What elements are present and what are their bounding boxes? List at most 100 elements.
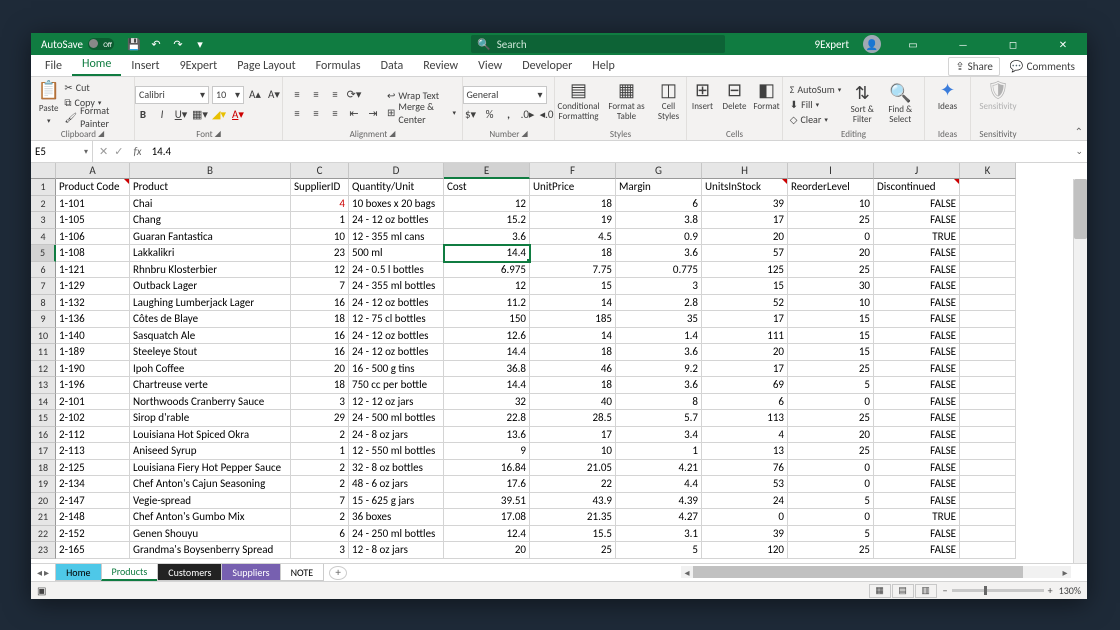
cell[interactable]: 14: [530, 328, 616, 345]
cell[interactable]: [960, 394, 1016, 411]
maximize-icon[interactable]: ◻: [995, 33, 1031, 55]
cell[interactable]: FALSE: [874, 344, 960, 361]
cell[interactable]: Steeleye Stout: [130, 344, 291, 361]
cell[interactable]: 2-113: [56, 443, 130, 460]
sort-filter-button[interactable]: ⇅Sort & Filter: [845, 83, 879, 125]
cell[interactable]: 16: [291, 328, 349, 345]
column-header[interactable]: D: [349, 163, 444, 179]
cell[interactable]: 15.5: [530, 526, 616, 543]
cell[interactable]: FALSE: [874, 295, 960, 312]
cell[interactable]: 12.4: [444, 526, 530, 543]
cell[interactable]: 15 - 625 g jars: [349, 493, 444, 510]
comments-button[interactable]: 💬Comments: [1004, 57, 1081, 76]
cell[interactable]: FALSE: [874, 427, 960, 444]
cut-button[interactable]: ✂Cut: [64, 80, 128, 94]
underline-button[interactable]: U▾: [173, 107, 189, 123]
cell[interactable]: 15: [702, 278, 788, 295]
cell[interactable]: 24 - 12 oz bottles: [349, 328, 444, 345]
column-header[interactable]: C: [291, 163, 349, 179]
ribbon-display-icon[interactable]: ▭: [895, 33, 931, 55]
cell[interactable]: 28.5: [530, 410, 616, 427]
cell[interactable]: [960, 427, 1016, 444]
cell[interactable]: Grandma's Boysenberry Spread: [130, 542, 291, 559]
cell[interactable]: 12 - 550 ml bottles: [349, 443, 444, 460]
cell[interactable]: [960, 311, 1016, 328]
column-label[interactable]: Product: [130, 179, 291, 196]
cell[interactable]: 20: [291, 361, 349, 378]
cell[interactable]: 113: [702, 410, 788, 427]
cell[interactable]: 46: [530, 361, 616, 378]
column-header[interactable]: G: [616, 163, 702, 179]
cell[interactable]: 32: [444, 394, 530, 411]
cell[interactable]: 12: [444, 196, 530, 213]
cell[interactable]: 18: [530, 196, 616, 213]
cell[interactable]: 185: [530, 311, 616, 328]
cell[interactable]: FALSE: [874, 262, 960, 279]
cell[interactable]: 2-112: [56, 427, 130, 444]
cell[interactable]: TRUE: [874, 229, 960, 246]
cell[interactable]: 0: [702, 509, 788, 526]
cell[interactable]: FALSE: [874, 476, 960, 493]
cell[interactable]: 24 - 500 ml bottles: [349, 410, 444, 427]
cell[interactable]: [960, 229, 1016, 246]
cell[interactable]: 10: [788, 295, 874, 312]
cell[interactable]: 15: [788, 311, 874, 328]
cell[interactable]: 9: [444, 443, 530, 460]
row-header[interactable]: 4: [31, 229, 56, 246]
orientation-icon[interactable]: ⟳▾: [346, 87, 362, 103]
cell[interactable]: Sasquatch Ale: [130, 328, 291, 345]
cell[interactable]: 25: [788, 443, 874, 460]
clear-button[interactable]: ◇Clear▾: [790, 112, 842, 126]
account-name[interactable]: 9Expert: [815, 38, 849, 51]
cell[interactable]: 125: [702, 262, 788, 279]
align-bottom-icon[interactable]: ≡: [327, 87, 343, 103]
fill-color-button[interactable]: ◢▾: [211, 107, 227, 123]
column-header[interactable]: J: [874, 163, 960, 179]
cell[interactable]: 17.6: [444, 476, 530, 493]
cell[interactable]: 18: [530, 245, 616, 262]
cell[interactable]: 19: [530, 212, 616, 229]
cell[interactable]: [960, 377, 1016, 394]
cell[interactable]: Chef Anton's Cajun Seasoning: [130, 476, 291, 493]
inc-decimal-icon[interactable]: .0▸: [520, 107, 536, 123]
cell[interactable]: 43.9: [530, 493, 616, 510]
cell[interactable]: 18: [291, 377, 349, 394]
align-left-icon[interactable]: ≡: [289, 106, 305, 122]
cell[interactable]: 1-196: [56, 377, 130, 394]
cell[interactable]: 4.39: [616, 493, 702, 510]
cell[interactable]: 3.4: [616, 427, 702, 444]
cell[interactable]: 12 - 355 ml cans: [349, 229, 444, 246]
undo-icon[interactable]: ↶: [150, 38, 162, 50]
cell[interactable]: Guaran Fantastica: [130, 229, 291, 246]
cell[interactable]: 24 - 8 oz jars: [349, 427, 444, 444]
cell[interactable]: 0: [788, 394, 874, 411]
cell[interactable]: [960, 212, 1016, 229]
sheet-tab-customers[interactable]: Customers: [157, 564, 222, 581]
cell[interactable]: [960, 493, 1016, 510]
cell[interactable]: FALSE: [874, 245, 960, 262]
cell[interactable]: 25: [788, 212, 874, 229]
row-header[interactable]: 12: [31, 361, 56, 378]
column-header[interactable]: A: [56, 163, 130, 179]
cell[interactable]: 3: [291, 394, 349, 411]
qat-customize-icon[interactable]: ▾: [194, 38, 206, 50]
horizontal-scrollbar[interactable]: ◂▸: [681, 566, 1071, 578]
column-label[interactable]: Discontinued: [874, 179, 960, 196]
cell[interactable]: 5.7: [616, 410, 702, 427]
formula-input[interactable]: 14.4: [146, 145, 1072, 158]
row-header[interactable]: 7: [31, 278, 56, 295]
cell[interactable]: Rhnbru Klosterbier: [130, 262, 291, 279]
cell[interactable]: 3.6: [616, 245, 702, 262]
cell[interactable]: 13.6: [444, 427, 530, 444]
row-header[interactable]: 19: [31, 476, 56, 493]
italic-button[interactable]: I: [154, 107, 170, 123]
cell[interactable]: 39.51: [444, 493, 530, 510]
cell[interactable]: 5: [616, 542, 702, 559]
cell[interactable]: 3: [291, 542, 349, 559]
cell[interactable]: Chef Anton's Gumbo Mix: [130, 509, 291, 526]
cell[interactable]: 14.4: [444, 377, 530, 394]
cell[interactable]: [960, 328, 1016, 345]
close-icon[interactable]: ✕: [1045, 33, 1081, 55]
cell[interactable]: 2-152: [56, 526, 130, 543]
cell[interactable]: 4.27: [616, 509, 702, 526]
